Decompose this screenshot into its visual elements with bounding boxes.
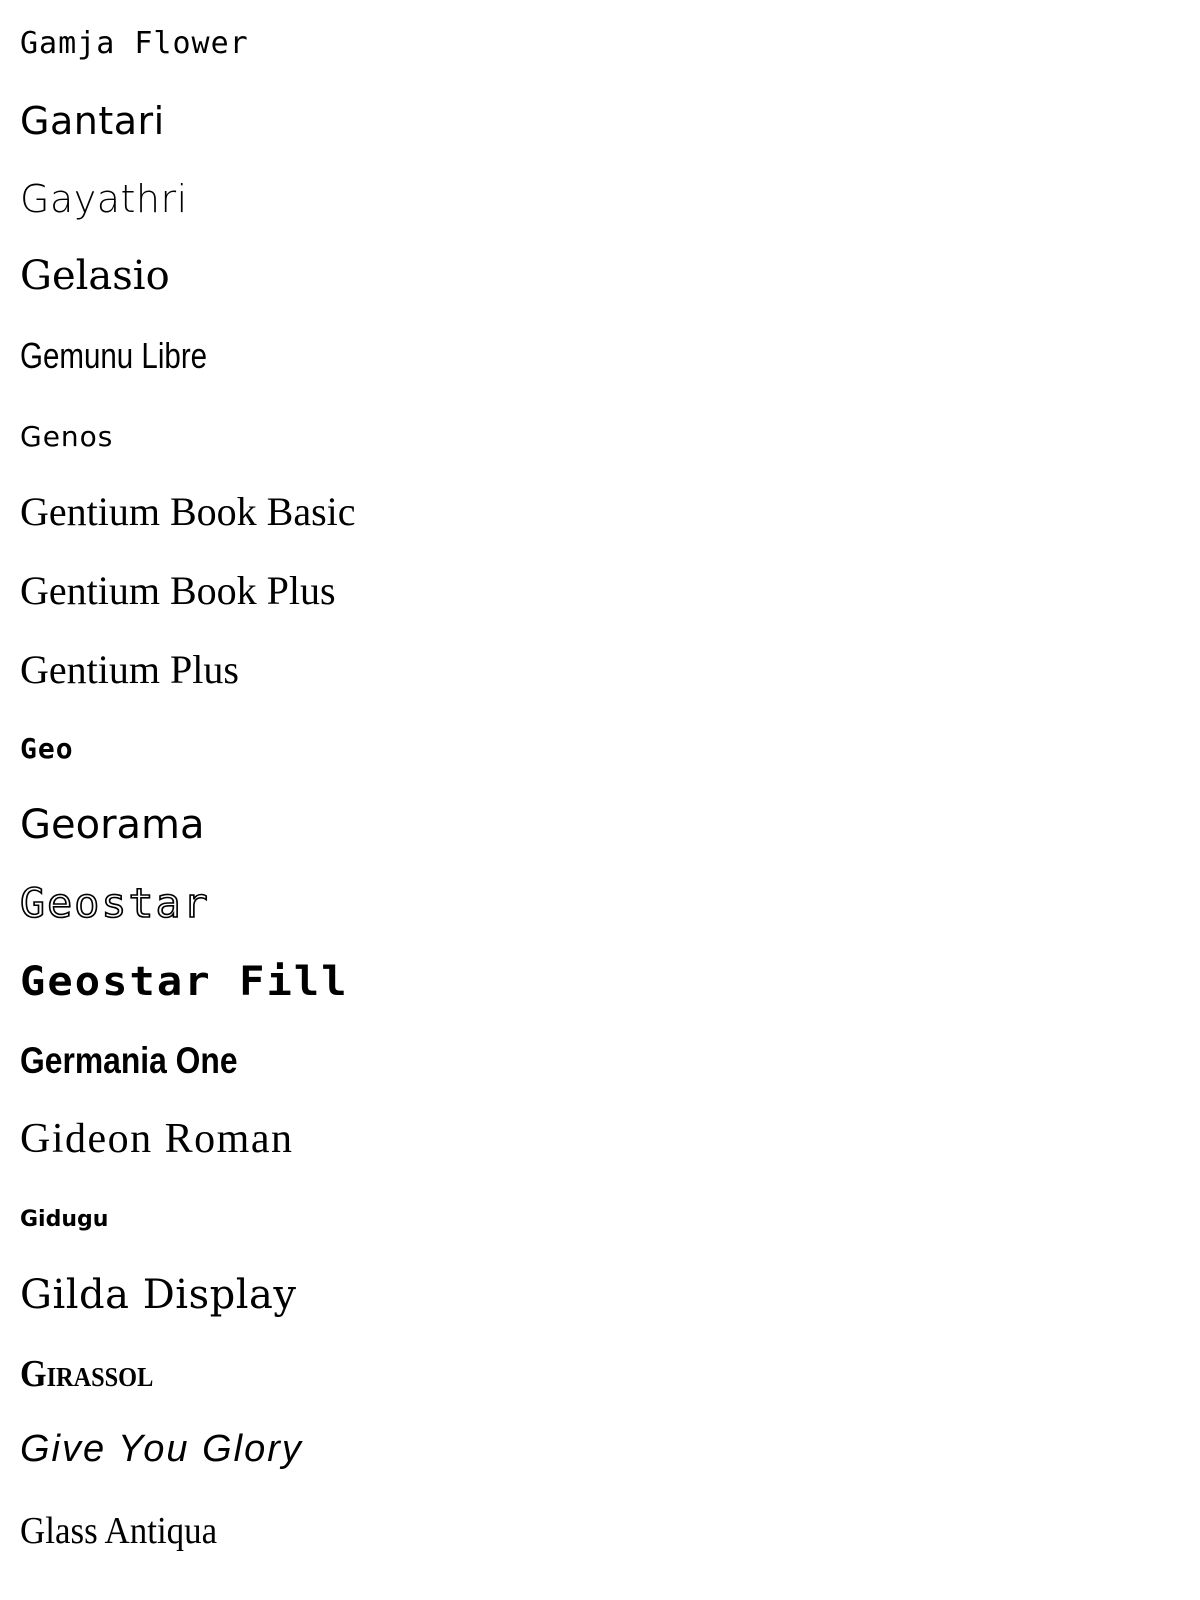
font-name-gelasio: Gelasio — [20, 253, 170, 299]
font-name-gidugu: Gidugu — [20, 1207, 109, 1232]
font-name-girassol: Girassol — [20, 1353, 154, 1395]
font-name-give-you-glory: Give You Glory — [20, 1428, 303, 1470]
font-name-gentium-book-basic: Gentium Book Basic — [20, 489, 356, 534]
font-name-geostar: Geostar — [19, 881, 210, 927]
font-name-georama: Georama — [20, 802, 205, 848]
font-name-geo: Geo — [20, 732, 74, 765]
font-name-germania-one: Germania One — [20, 1040, 238, 1081]
font-name-glass-antiqua: Glass Antiqua — [20, 1510, 218, 1552]
font-name-gilda-display: Gilda Display — [20, 1272, 297, 1318]
font-list: Gamja Flower Gantari Gayathri Gelasio Ge… — [19, 0, 1180, 1600]
font-name-gentium-book-plus: Gentium Book Plus — [20, 568, 336, 613]
font-name-gamja-flower: Gamja Flower — [20, 26, 249, 61]
font-name-gideon-roman: Gideon Roman — [20, 1116, 294, 1162]
font-name-gentium-plus: Gentium Plus — [20, 647, 239, 692]
font-name-gemunu-libre: Gemunu Libre — [20, 335, 208, 376]
font-name-geostar-fill: Geostar Fill — [20, 959, 349, 1005]
font-name-gantari: Gantari — [20, 99, 165, 143]
font-name-gayathri: Gayathri — [20, 177, 188, 221]
font-name-genos: Genos — [20, 420, 114, 453]
